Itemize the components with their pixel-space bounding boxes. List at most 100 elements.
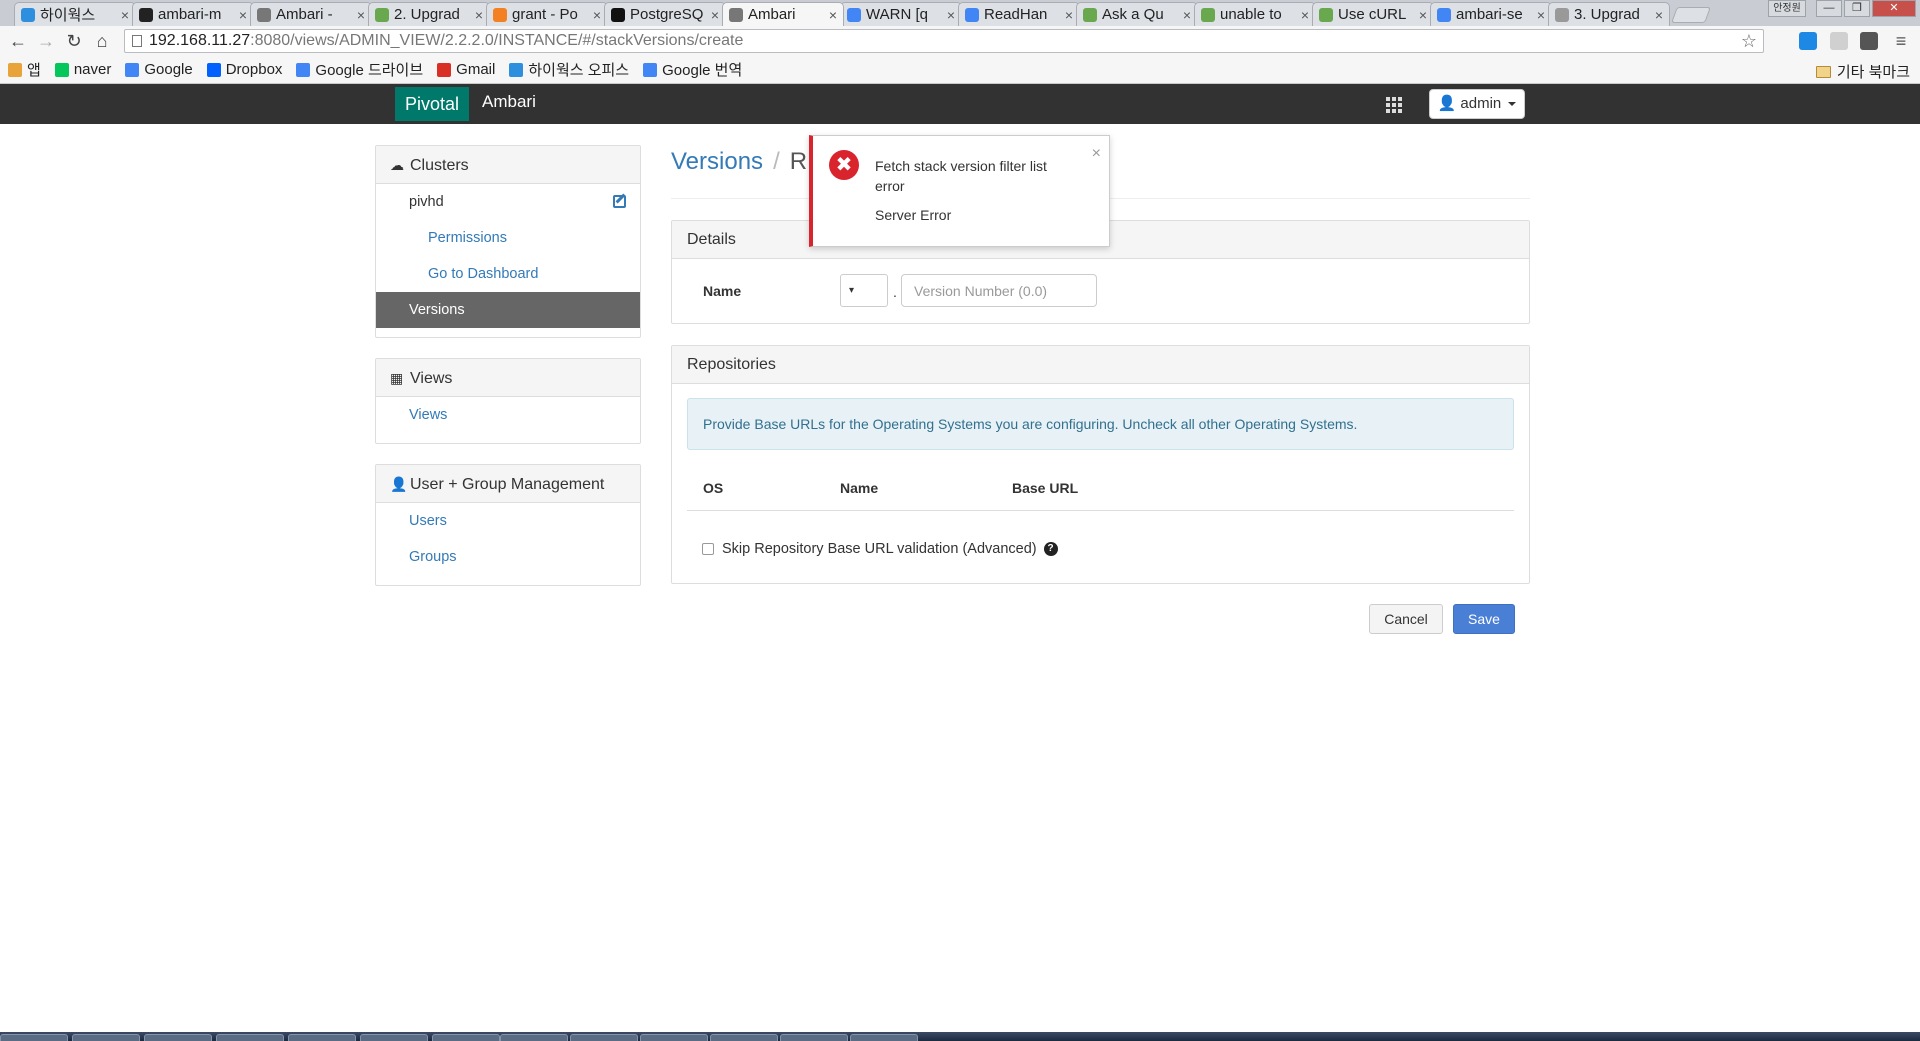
taskbar-button[interactable] <box>288 1034 356 1041</box>
tab-close-icon[interactable]: × <box>593 7 601 23</box>
sidebar-item-groups[interactable]: Groups <box>376 539 640 575</box>
skip-validation-label[interactable]: Skip Repository Base URL validation (Adv… <box>722 541 1037 557</box>
minimize-button[interactable]: — <box>1816 0 1842 17</box>
tab-close-icon[interactable]: × <box>1537 7 1545 23</box>
tab-favicon-icon <box>1201 7 1215 22</box>
browser-tab[interactable]: Ambari - × <box>250 2 372 26</box>
browser-tab[interactable]: Ambari × <box>722 2 844 26</box>
skip-validation-row[interactable]: Skip Repository Base URL validation (Adv… <box>702 541 1058 557</box>
taskbar-button[interactable] <box>360 1034 428 1041</box>
tab-close-icon[interactable]: × <box>947 7 955 23</box>
taskbar-button[interactable] <box>780 1034 848 1041</box>
page-icon <box>132 35 142 47</box>
taskbar-button[interactable] <box>432 1034 500 1041</box>
download-extension-icon[interactable] <box>1799 32 1817 50</box>
maximize-button[interactable]: ❐ <box>1844 0 1870 17</box>
browser-tab[interactable]: ambari-m × <box>132 2 254 26</box>
tab-close-icon[interactable]: × <box>121 7 129 23</box>
toast-title: Fetch stack version filter list error <box>875 158 1047 194</box>
browser-tab[interactable]: WARN [q × <box>840 2 962 26</box>
reload-icon[interactable]: ↻ <box>60 31 88 52</box>
forward-arrow-icon[interactable]: → <box>32 31 60 52</box>
tab-title: ambari-se <box>1456 6 1523 23</box>
taskbar-button[interactable] <box>710 1034 778 1041</box>
user-group-title: User + Group Management <box>410 476 605 493</box>
table-header-os: OS <box>703 480 724 496</box>
bookmark-item[interactable]: Gmail <box>437 61 495 78</box>
extension-icon[interactable] <box>1830 32 1848 50</box>
taskbar-button[interactable] <box>570 1034 638 1041</box>
bookmark-item[interactable]: Google 번역 <box>643 59 742 80</box>
taskbar-button[interactable] <box>0 1034 68 1041</box>
name-separator: . <box>893 284 897 300</box>
browser-tab[interactable]: 3. Upgrad × <box>1548 2 1670 26</box>
bookmark-item[interactable]: Dropbox <box>206 61 282 78</box>
version-number-input[interactable] <box>901 274 1097 307</box>
close-icon[interactable]: × <box>1092 145 1101 163</box>
tab-close-icon[interactable]: × <box>1065 7 1073 23</box>
tab-close-icon[interactable]: × <box>829 7 837 23</box>
user-menu-button[interactable]: 👤 admin <box>1429 89 1525 119</box>
os-taskbar <box>0 1032 1920 1041</box>
menu-icon[interactable]: ≡ <box>1892 32 1910 50</box>
bookmark-item[interactable]: 하이웍스 오피스 <box>509 59 629 80</box>
browser-tab[interactable]: 2. Upgrad × <box>368 2 490 26</box>
bookmark-star-icon[interactable]: ☆ <box>1741 30 1757 52</box>
bookmark-item[interactable]: naver <box>54 61 111 78</box>
bookmark-item[interactable]: Google 드라이브 <box>296 59 423 80</box>
tab-close-icon[interactable]: × <box>1183 7 1191 23</box>
address-bar[interactable]: 192.168.11.27:8080/views/ADMIN_VIEW/2.2.… <box>124 29 1764 53</box>
browser-tab[interactable]: Use cURL × <box>1312 2 1434 26</box>
cancel-button[interactable]: Cancel <box>1369 604 1443 634</box>
extension-icon[interactable] <box>1860 32 1878 50</box>
views-grid-icon[interactable] <box>1386 97 1402 113</box>
tab-close-icon[interactable]: × <box>711 7 719 23</box>
sidebar-item-users[interactable]: Users <box>376 503 640 539</box>
tab-close-icon[interactable]: × <box>475 7 483 23</box>
close-window-button[interactable]: ✕ <box>1872 0 1916 17</box>
other-bookmarks[interactable]: 기타 북마크 <box>1815 61 1910 82</box>
window-user-badge[interactable]: 안정원 <box>1768 0 1806 17</box>
stack-name-select[interactable]: ▾ <box>840 274 888 307</box>
browser-tab[interactable]: grant - Po × <box>486 2 608 26</box>
taskbar-button[interactable] <box>216 1034 284 1041</box>
tab-title: unable to <box>1220 6 1282 23</box>
browser-tab[interactable]: ReadHan × <box>958 2 1080 26</box>
browser-tab[interactable]: 하이웍스 × <box>14 2 136 26</box>
tab-favicon-icon <box>1437 7 1451 22</box>
browser-tab[interactable]: Ask a Qu × <box>1076 2 1198 26</box>
tab-close-icon[interactable]: × <box>1419 7 1427 23</box>
new-tab-button[interactable] <box>1671 7 1711 23</box>
table-header-base-url: Base URL <box>1012 480 1079 496</box>
sidebar-item-go-to-dashboard[interactable]: Go to Dashboard <box>376 256 640 292</box>
sidebar-item-permissions[interactable]: Permissions <box>376 220 640 256</box>
taskbar-button[interactable] <box>640 1034 708 1041</box>
tab-favicon-icon <box>847 7 861 22</box>
edit-icon[interactable] <box>613 195 626 208</box>
save-button[interactable]: Save <box>1453 604 1515 634</box>
tab-close-icon[interactable]: × <box>357 7 365 23</box>
tab-close-icon[interactable]: × <box>1301 7 1309 23</box>
sidebar-item-versions[interactable]: Versions <box>376 292 640 328</box>
browser-tab[interactable]: PostgreSQ × <box>604 2 726 26</box>
skip-validation-checkbox[interactable] <box>702 543 714 555</box>
pivotal-logo[interactable]: Pivotal <box>395 87 470 121</box>
tab-close-icon[interactable]: × <box>1655 7 1663 23</box>
ambari-brand[interactable]: Ambari <box>482 84 536 120</box>
browser-tab[interactable]: ambari-se × <box>1430 2 1552 26</box>
taskbar-button[interactable] <box>500 1034 568 1041</box>
sidebar-item-views[interactable]: Views <box>376 397 640 433</box>
bookmark-item[interactable]: 앱 <box>8 59 41 80</box>
back-arrow-icon[interactable]: ← <box>4 31 32 52</box>
browser-tab[interactable]: unable to × <box>1194 2 1316 26</box>
tab-favicon-icon <box>493 7 507 22</box>
question-circle-icon[interactable]: ? <box>1043 542 1058 556</box>
breadcrumb-versions-link[interactable]: Versions <box>671 148 763 175</box>
taskbar-button[interactable] <box>72 1034 140 1041</box>
tab-close-icon[interactable]: × <box>239 7 247 23</box>
dropbox-icon <box>206 62 221 77</box>
taskbar-button[interactable] <box>850 1034 918 1041</box>
home-icon[interactable]: ⌂ <box>88 31 116 52</box>
bookmark-item[interactable]: Google <box>125 61 193 78</box>
taskbar-button[interactable] <box>144 1034 212 1041</box>
